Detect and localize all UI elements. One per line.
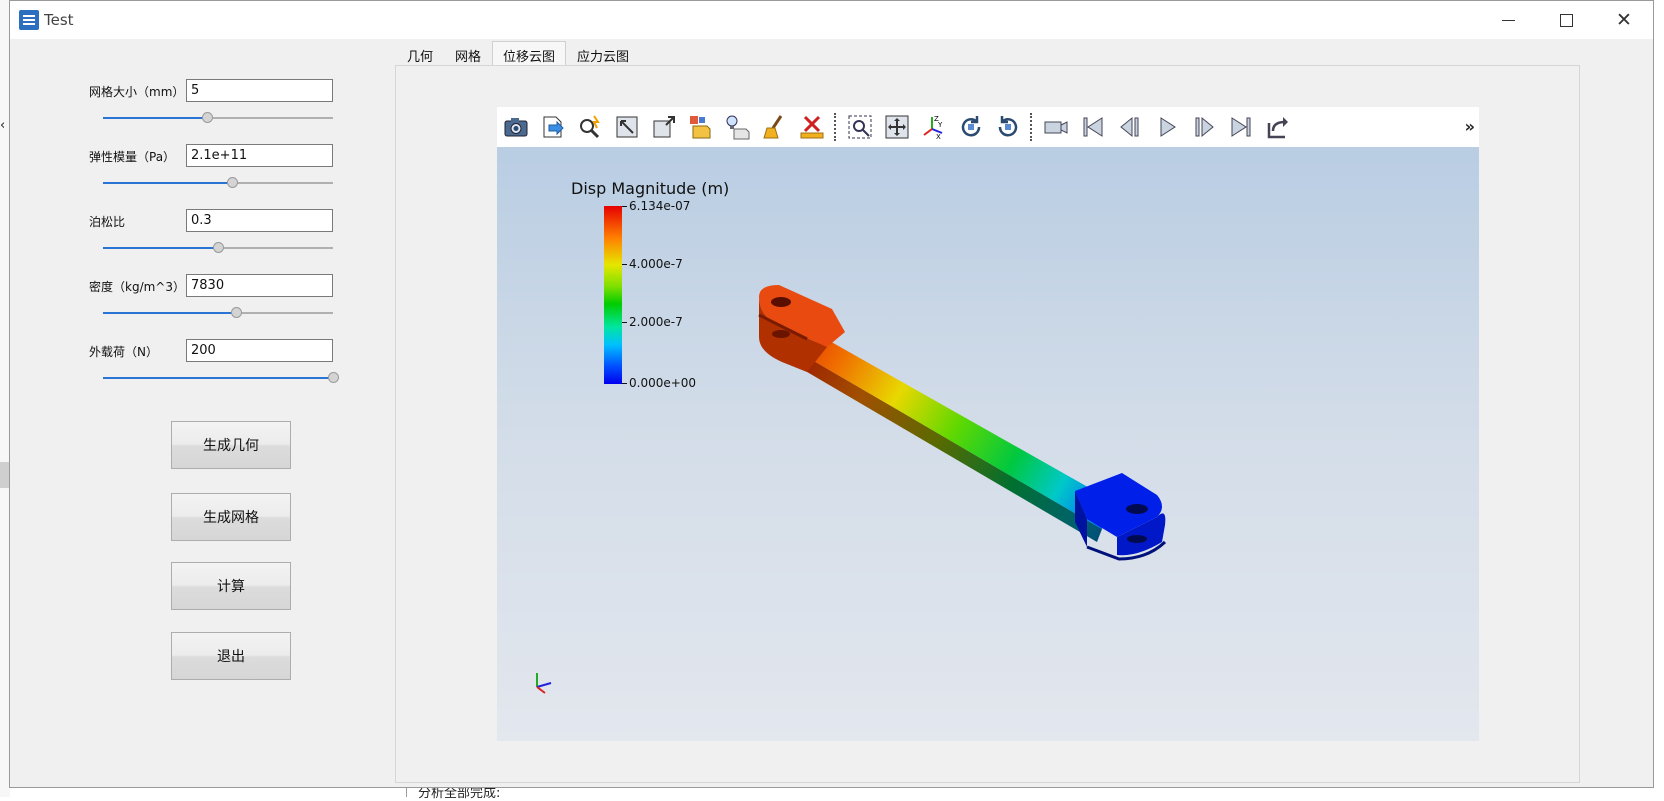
external-load-label: 外载荷（N） — [89, 345, 158, 359]
mesh-size-slider[interactable] — [103, 112, 333, 124]
more-tools-icon[interactable]: » — [1465, 117, 1475, 136]
tab-displacement-contour[interactable]: 位移云图 — [492, 41, 567, 65]
background-scrollbar — [0, 462, 9, 488]
render-canvas[interactable]: Disp Magnitude (m) 6.134e-07 4.000e-7 2.… — [497, 147, 1479, 741]
generate-geometry-button[interactable]: 生成几何 — [171, 421, 291, 469]
generate-mesh-button[interactable]: 生成网格 — [171, 493, 291, 541]
tab-bar: 几何 网格 位移云图 应力云图 — [396, 41, 640, 65]
viewer-toolbar: ZYX » — [497, 107, 1479, 148]
minimize-icon — [1501, 19, 1515, 21]
orientation-axes-icon[interactable]: ZYX — [915, 107, 952, 147]
external-load-slider[interactable] — [103, 372, 339, 384]
param-density: 密度（kg/m^3） — [89, 274, 339, 324]
slider-handle[interactable] — [201, 112, 213, 123]
close-icon: ✕ — [1616, 8, 1632, 31]
zoom-to-data-icon[interactable] — [645, 107, 682, 147]
exit-button[interactable]: 退出 — [171, 632, 291, 680]
param-elastic-modulus: 弹性模量（Pa） — [89, 144, 339, 194]
axis-letter-y: Y — [937, 121, 943, 129]
poisson-ratio-input[interactable] — [186, 209, 333, 232]
slider-handle[interactable] — [213, 242, 224, 253]
mesh-size-label: 网格大小（mm） — [89, 85, 185, 99]
last-frame-icon[interactable] — [1222, 107, 1259, 147]
reset-camera-icon[interactable] — [608, 107, 645, 147]
connecting-rod-model — [758, 285, 1167, 561]
loop-icon[interactable] — [1259, 107, 1296, 147]
elastic-modulus-slider[interactable] — [103, 177, 333, 189]
app-icon — [19, 10, 39, 30]
density-slider[interactable] — [103, 307, 333, 319]
previous-frame-icon[interactable] — [1111, 107, 1148, 147]
param-external-load: 外载荷（N） — [89, 339, 339, 389]
light-kit-icon[interactable] — [719, 107, 756, 147]
slider-handle[interactable] — [226, 177, 238, 188]
rotate-ccw-icon[interactable] — [989, 107, 1026, 147]
pan-icon[interactable] — [878, 107, 915, 147]
density-label: 密度（kg/m^3） — [89, 280, 185, 294]
title-bar: Test ✕ — [10, 1, 1653, 39]
poisson-ratio-label: 泊松比 — [89, 215, 126, 229]
export-icon[interactable] — [534, 107, 571, 147]
poisson-ratio-slider[interactable] — [103, 242, 333, 254]
external-load-input[interactable] — [186, 339, 333, 362]
clear-icon[interactable] — [756, 107, 793, 147]
tab-stress-contour[interactable]: 应力云图 — [566, 41, 640, 65]
minimize-button[interactable] — [1479, 1, 1537, 39]
param-mesh-size: 网格大小（mm） — [89, 79, 339, 129]
first-frame-icon[interactable] — [1074, 107, 1111, 147]
camera-icon[interactable] — [497, 107, 534, 147]
play-icon[interactable] — [1148, 107, 1185, 147]
toolbar-separator — [1030, 113, 1033, 141]
slider-handle[interactable] — [231, 307, 243, 318]
maximize-icon — [1559, 13, 1573, 27]
elastic-modulus-label: 弹性模量（Pa） — [89, 150, 176, 164]
representation-icon[interactable] — [682, 107, 719, 147]
close-button[interactable]: ✕ — [1595, 1, 1653, 39]
tab-geometry[interactable]: 几何 — [396, 41, 444, 65]
video-camera-icon[interactable] — [1037, 107, 1074, 147]
interact-select-icon[interactable] — [571, 107, 608, 147]
compute-button[interactable]: 计算 — [171, 562, 291, 610]
zoom-box-icon[interactable] — [841, 107, 878, 147]
density-input[interactable] — [186, 274, 333, 297]
toolbar-separator — [834, 113, 837, 141]
ruler-delete-icon[interactable] — [793, 107, 830, 147]
param-poisson-ratio: 泊松比 — [89, 209, 339, 259]
tab-mesh[interactable]: 网格 — [444, 41, 492, 65]
window-title: Test — [44, 11, 74, 29]
mesh-size-input[interactable] — [186, 79, 333, 102]
main-window: Test ✕ 网格大小（mm） 弹性模量（Pa） 泊松比 密度（kg/m^3） — [9, 0, 1654, 788]
slider-handle[interactable] — [328, 372, 339, 383]
next-frame-icon[interactable] — [1185, 107, 1222, 147]
rotate-cw-icon[interactable] — [952, 107, 989, 147]
background-text-fragment: ‹ — [0, 118, 6, 133]
viewer-3d: ZYX » Disp Magnitude (m) 6.134e-07 4.000… — [497, 107, 1479, 741]
orientation-axes-gizmo — [536, 673, 552, 694]
elastic-modulus-input[interactable] — [186, 144, 333, 167]
axis-letter-x: X — [936, 133, 941, 141]
maximize-button[interactable] — [1537, 1, 1595, 39]
